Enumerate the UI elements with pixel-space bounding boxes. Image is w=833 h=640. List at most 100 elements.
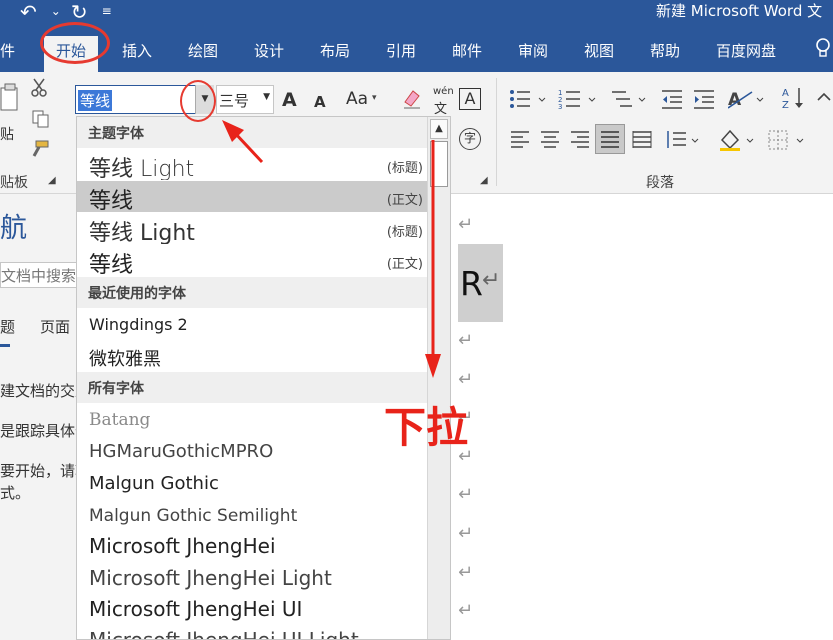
- tab-file[interactable]: 件: [0, 40, 15, 61]
- font-size-dropdown-icon[interactable]: ▼: [263, 92, 270, 102]
- enclose-characters-button[interactable]: 字: [459, 128, 481, 150]
- annotation-label: 下拉: [384, 403, 469, 452]
- font-option[interactable]: Malgun Gothic: [77, 469, 427, 500]
- font-option[interactable]: 等线 (正文): [77, 245, 427, 276]
- phonetic-guide-button[interactable]: 文: [434, 98, 447, 117]
- document-canvas[interactable]: [450, 194, 833, 640]
- tab-help[interactable]: 帮助: [650, 40, 680, 61]
- decrease-indent-icon[interactable]: [660, 88, 684, 114]
- tab-draw[interactable]: 绘图: [188, 40, 218, 61]
- cut-icon[interactable]: [30, 78, 48, 102]
- font-option[interactable]: 等线 Light (标题): [77, 149, 427, 180]
- paragraph-mark: ↵: [458, 330, 474, 351]
- align-center-icon[interactable]: [540, 130, 560, 154]
- dropdown-scrollbar[interactable]: ▲: [427, 117, 450, 639]
- shading-icon[interactable]: [718, 128, 758, 156]
- phonetic-guide-top[interactable]: wén: [433, 86, 454, 97]
- font-option-name: HGMaruGothicMPRO: [89, 441, 274, 462]
- nav-tab-headings[interactable]: 题: [0, 316, 15, 337]
- paragraph-mark: ↵: [458, 369, 474, 390]
- font-option-name: Malgun Gothic: [89, 473, 219, 494]
- sort-icon[interactable]: AZ: [782, 86, 806, 114]
- font-option-name: 等线 Light: [89, 157, 195, 180]
- font-option-name: Malgun Gothic Semilight: [89, 506, 298, 526]
- undo-dropdown-icon[interactable]: ⌄: [51, 4, 61, 18]
- redo-icon[interactable]: ↻: [71, 0, 88, 24]
- align-right-icon[interactable]: [570, 130, 590, 154]
- font-option-name: Batang: [89, 410, 151, 430]
- clipboard-launcher-icon[interactable]: ◢: [48, 176, 56, 186]
- nav-info-line: 式。: [0, 484, 31, 502]
- nav-tab-pages[interactable]: 页面: [40, 316, 70, 337]
- paragraph-mark: ↵: [458, 214, 474, 235]
- change-case-dropdown-icon[interactable]: ▾: [372, 94, 377, 103]
- paste-label: 贴: [0, 127, 14, 143]
- font-option-name: Microsoft JhengHei UI Light: [89, 628, 359, 640]
- paste-icon[interactable]: [0, 82, 20, 126]
- increase-indent-icon[interactable]: [692, 88, 716, 114]
- font-option[interactable]: Microsoft JhengHei UI: [77, 594, 427, 625]
- font-option-selected[interactable]: 等线 (正文): [77, 181, 427, 212]
- paragraph-mark: ↵: [458, 562, 474, 583]
- font-option[interactable]: Microsoft JhengHei: [77, 531, 427, 562]
- font-option-tag: (正文): [386, 257, 423, 272]
- multilevel-list-icon[interactable]: [610, 88, 650, 114]
- justify-icon[interactable]: [595, 124, 625, 154]
- font-option-name: Microsoft JhengHei Light: [89, 566, 332, 590]
- grow-font-button[interactable]: A: [282, 89, 297, 111]
- section-theme-fonts: 主题字体: [77, 117, 427, 148]
- font-size-input[interactable]: 三号: [219, 90, 249, 111]
- font-option[interactable]: 微软雅黑: [77, 341, 427, 372]
- tab-review[interactable]: 审阅: [518, 40, 548, 61]
- tab-mailings[interactable]: 邮件: [452, 40, 482, 61]
- tab-baidu-netdisk[interactable]: 百度网盘: [716, 40, 776, 61]
- font-option[interactable]: Wingdings 2: [77, 309, 427, 340]
- show-formatting-icon[interactable]: [816, 90, 833, 112]
- font-option-name: Microsoft JhengHei: [89, 534, 276, 558]
- line-spacing-icon[interactable]: [664, 130, 702, 154]
- paragraph-mark: ↵: [458, 484, 474, 505]
- font-name-input[interactable]: 等线: [78, 90, 113, 111]
- numbering-icon[interactable]: 123: [558, 88, 598, 114]
- customize-toolbar-icon[interactable]: ≡: [102, 4, 112, 18]
- selected-text[interactable]: R ↵: [458, 244, 503, 322]
- text-direction-icon[interactable]: A: [727, 88, 768, 114]
- svg-text:A: A: [782, 88, 789, 99]
- scroll-up-icon[interactable]: ▲: [430, 119, 448, 139]
- font-option-name: Wingdings 2: [89, 315, 188, 334]
- nav-search-input[interactable]: 文档中搜索: [0, 262, 78, 288]
- font-option[interactable]: Batang: [77, 405, 427, 436]
- svg-text:3: 3: [558, 103, 562, 110]
- tab-view[interactable]: 视图: [584, 40, 614, 61]
- lightbulb-icon[interactable]: [816, 38, 830, 63]
- tab-layout[interactable]: 布局: [320, 40, 350, 61]
- character-border-button[interactable]: A: [459, 88, 481, 110]
- align-left-icon[interactable]: [510, 130, 530, 154]
- undo-icon[interactable]: ↶: [20, 0, 37, 24]
- font-option[interactable]: 等线 Light (标题): [77, 213, 427, 244]
- tab-design[interactable]: 设计: [254, 40, 284, 61]
- copy-icon[interactable]: [32, 110, 50, 132]
- borders-icon[interactable]: [768, 130, 808, 154]
- change-case-button[interactable]: Aa: [346, 89, 368, 109]
- window-title: 新建 Microsoft Word 文: [656, 2, 823, 20]
- group-separator: [496, 78, 497, 186]
- distributed-icon[interactable]: [632, 130, 652, 154]
- bullets-icon[interactable]: [508, 88, 548, 114]
- scrollbar-thumb[interactable]: [430, 141, 448, 187]
- paragraph-group-label: 段落: [646, 175, 674, 191]
- font-size-combobox[interactable]: 三号 ▼: [216, 85, 274, 114]
- font-launcher-icon[interactable]: ◢: [480, 176, 488, 186]
- tab-insert[interactable]: 插入: [122, 40, 152, 61]
- shrink-font-button[interactable]: A: [314, 93, 326, 111]
- paragraph-mark: ↵: [458, 600, 474, 621]
- navigation-pane: 航: [0, 194, 80, 640]
- tab-references[interactable]: 引用: [386, 40, 416, 61]
- format-painter-icon[interactable]: [30, 140, 50, 162]
- clear-formatting-icon[interactable]: [402, 88, 422, 114]
- font-option[interactable]: Malgun Gothic Semilight: [77, 501, 427, 532]
- font-option[interactable]: HGMaruGothicMPRO: [77, 437, 427, 468]
- font-option[interactable]: Microsoft JhengHei UI Light: [77, 625, 427, 640]
- svg-text:Z: Z: [782, 100, 789, 110]
- font-option[interactable]: Microsoft JhengHei Light: [77, 563, 427, 594]
